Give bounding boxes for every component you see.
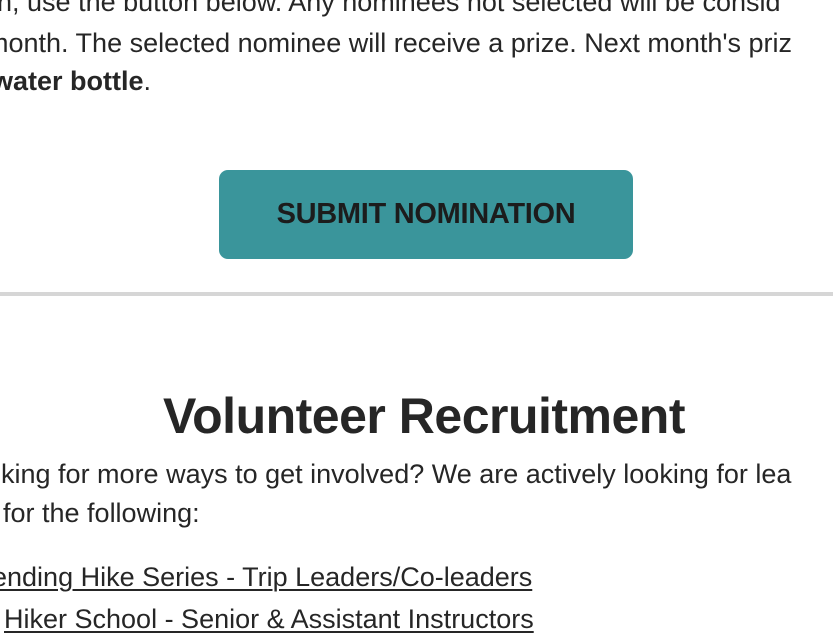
submit-nomination-button[interactable]: SUBMIT NOMINATION	[219, 170, 633, 259]
section-divider	[0, 292, 833, 296]
email-page: on, use the button below. Any nominees n…	[0, 0, 833, 636]
hike-series-trip-leaders-link[interactable]: ending Hike Series - Trip Leaders/Co-lea…	[0, 558, 532, 596]
volunteer-recruitment-heading: Volunteer Recruitment	[163, 388, 686, 444]
prize-name: water bottle	[0, 66, 144, 96]
intro-text-line-3: water bottle.	[0, 62, 151, 100]
intro-text-line-1: on, use the button below. Any nominees n…	[0, 0, 781, 17]
intro-text-line-3-suffix: .	[143, 66, 152, 96]
volunteer-text-line-1: oking for more ways to get involved? We …	[0, 459, 792, 489]
volunteer-text-line-2: for the following:	[3, 498, 200, 528]
intro-text-line-2: month. The selected nominee will receive…	[0, 28, 793, 58]
hiker-school-instructors-link[interactable]: Hiker School - Senior & Assistant Instru…	[4, 600, 534, 636]
